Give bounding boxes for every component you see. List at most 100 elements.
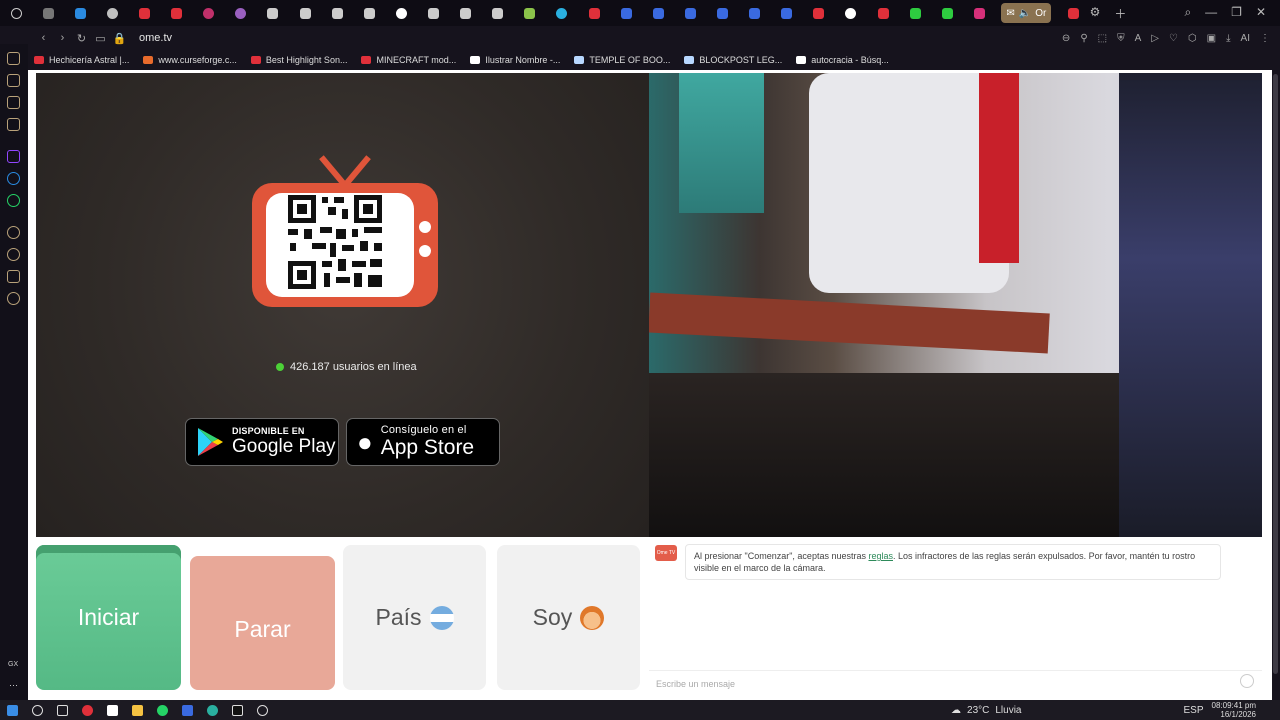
bookmark-item[interactable]: Hechicería Astral |...: [34, 55, 129, 65]
clock-icon[interactable]: [7, 248, 20, 261]
store-icon[interactable]: [100, 704, 125, 716]
memory-icon[interactable]: [7, 118, 20, 131]
bookmark-icon[interactable]: ♡: [1169, 33, 1178, 44]
tab-icon[interactable]: [899, 0, 931, 26]
tab-icon[interactable]: [450, 0, 482, 26]
lock-icon[interactable]: 🔒: [110, 32, 129, 45]
tab-icon[interactable]: [257, 0, 289, 26]
tab-icon[interactable]: [546, 0, 578, 26]
search-icon[interactable]: [25, 704, 50, 716]
bookmark-item[interactable]: BLOCKPOST LEG...: [684, 55, 782, 65]
bookmark-item[interactable]: Best Highlight Son...: [250, 55, 347, 65]
whatsapp-icon[interactable]: [150, 704, 175, 716]
pin-icon[interactable]: ⚲: [1080, 33, 1087, 44]
active-tab[interactable]: ✉ 🔈 Or: [1001, 3, 1052, 23]
minimize-icon[interactable]: —: [1205, 5, 1217, 22]
app-icon[interactable]: [250, 704, 275, 716]
task-view-icon[interactable]: [50, 704, 75, 716]
bookmark-item[interactable]: MINECRAFT mod...: [361, 55, 456, 65]
google-play-badge[interactable]: DISPONIBLE EN Google Play: [185, 418, 339, 466]
more-icon[interactable]: ⋮: [1260, 33, 1270, 44]
start-button[interactable]: Iniciar: [36, 545, 181, 690]
message-input[interactable]: Escribe un mensaje: [649, 670, 1262, 696]
close-icon[interactable]: ✕: [1256, 5, 1266, 22]
app-icon[interactable]: [175, 704, 200, 716]
rules-link[interactable]: reglas: [868, 551, 893, 561]
tab-icon[interactable]: [642, 0, 674, 26]
search-icon[interactable]: ⌕: [1184, 5, 1191, 22]
tab-icon[interactable]: [610, 0, 642, 26]
tab-icon[interactable]: [225, 0, 257, 26]
tab-icon[interactable]: [963, 0, 995, 26]
history-icon[interactable]: [7, 52, 20, 65]
translate-icon[interactable]: A: [1135, 33, 1142, 44]
tab-icon[interactable]: [514, 0, 546, 26]
bookmark-item[interactable]: autocracia - Búsq...: [796, 55, 889, 65]
tab-icon[interactable]: [803, 0, 835, 26]
country-button[interactable]: País: [343, 545, 486, 690]
gear-icon[interactable]: ⚙: [1090, 5, 1101, 22]
emoji-icon[interactable]: [1240, 674, 1254, 688]
tab-icon[interactable]: [96, 0, 128, 26]
wallet-icon[interactable]: ▣: [1207, 33, 1216, 44]
reload-icon[interactable]: ↻: [72, 32, 91, 45]
clock[interactable]: 08:09:41 pm 16/1/2026: [1212, 701, 1280, 719]
url-field[interactable]: ome.tv: [139, 32, 172, 44]
opera-gx-icon[interactable]: [75, 704, 100, 716]
tab-icon[interactable]: [739, 0, 771, 26]
start-menu-icon[interactable]: [0, 704, 25, 716]
tab-icon[interactable]: [161, 0, 193, 26]
ai-icon[interactable]: AI: [1241, 33, 1250, 44]
bookmark-item[interactable]: TEMPLE OF BOO...: [574, 55, 670, 65]
bookmark-item[interactable]: Ilustrar Nombre -...: [470, 55, 560, 65]
opera-menu-icon[interactable]: [0, 0, 32, 26]
zoom-icon[interactable]: ⊖: [1062, 33, 1070, 44]
tab-icon[interactable]: [835, 0, 867, 26]
edge-icon[interactable]: [200, 704, 225, 716]
page-scrollbar[interactable]: [1272, 70, 1280, 700]
download-icon[interactable]: ⤓: [1226, 33, 1230, 44]
twitch-icon[interactable]: [7, 150, 20, 163]
tab-icon[interactable]: [353, 0, 385, 26]
tab-icon[interactable]: [417, 0, 449, 26]
folder-icon[interactable]: [125, 704, 150, 716]
tab-icon[interactable]: [32, 0, 64, 26]
tab-icon[interactable]: [289, 0, 321, 26]
tab-icon[interactable]: [128, 0, 160, 26]
whatsapp-icon[interactable]: [7, 194, 20, 207]
forward-icon[interactable]: ›: [53, 32, 72, 44]
tab-icon[interactable]: [931, 0, 963, 26]
tab-icon[interactable]: [482, 0, 514, 26]
extensions-icon[interactable]: ⬡: [1188, 33, 1197, 44]
settings-icon[interactable]: [7, 292, 20, 305]
tab-icon[interactable]: [385, 0, 417, 26]
stop-button[interactable]: Parar: [190, 556, 335, 690]
tab-icon[interactable]: [867, 0, 899, 26]
tab-icon[interactable]: [1057, 0, 1089, 26]
messenger-icon[interactable]: [7, 172, 20, 185]
tab-icon[interactable]: [706, 0, 738, 26]
back-icon[interactable]: ‹: [34, 32, 53, 44]
shield-icon[interactable]: ⛨: [1117, 33, 1125, 44]
bookmark-item[interactable]: www.curseforge.c...: [143, 55, 237, 65]
tab-icon[interactable]: [64, 0, 96, 26]
maximize-icon[interactable]: ❐: [1231, 5, 1242, 22]
snapshot-icon[interactable]: ⬚: [1098, 33, 1107, 44]
tab-icon[interactable]: [321, 0, 353, 26]
gender-button[interactable]: Soy: [497, 545, 640, 690]
play-icon[interactable]: ▷: [1151, 33, 1159, 44]
tab-icon[interactable]: [193, 0, 225, 26]
extension-icon[interactable]: [7, 270, 20, 283]
tab-icon[interactable]: [771, 0, 803, 26]
app-store-badge[interactable]: ● Consíguelo en el App Store: [346, 418, 500, 466]
tiktok-icon[interactable]: [225, 704, 250, 716]
more-icon[interactable]: ⋯: [9, 680, 18, 691]
tab-icon[interactable]: [578, 0, 610, 26]
tab-icon[interactable]: [674, 0, 706, 26]
gx-icon[interactable]: GX: [8, 661, 18, 668]
scrollbar-thumb[interactable]: [1273, 74, 1278, 674]
player-icon[interactable]: [7, 226, 20, 239]
notes-icon[interactable]: [7, 96, 20, 109]
language[interactable]: ESP: [1184, 705, 1204, 716]
new-tab-icon[interactable]: ＋: [1114, 5, 1126, 22]
